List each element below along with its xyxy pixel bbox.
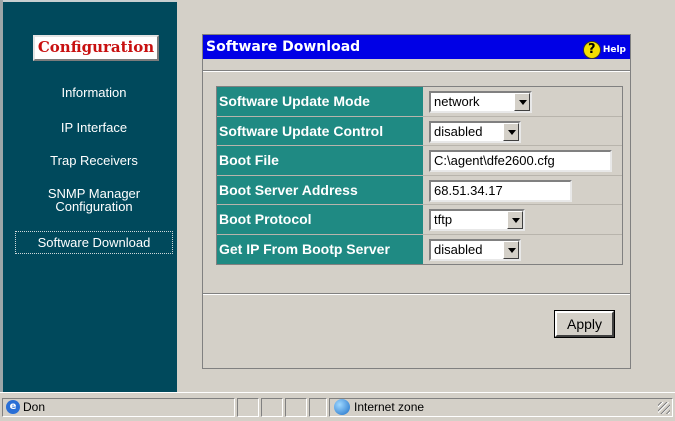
sidebar-item-snmp-manager[interactable]: SNMP Manager Configuration bbox=[19, 187, 169, 213]
status-text: Don bbox=[23, 400, 46, 414]
sidebar-item-ip-interface[interactable]: IP Interface bbox=[15, 120, 173, 135]
divider bbox=[203, 70, 630, 72]
status-bar: e Don Internet zone bbox=[0, 392, 675, 421]
select-value: disabled bbox=[434, 241, 483, 257]
status-segment bbox=[285, 398, 307, 417]
status-segment bbox=[309, 398, 327, 417]
software-download-panel: Software Download ? Help Software Update… bbox=[202, 34, 631, 369]
field-label: Software Update Mode bbox=[217, 87, 425, 116]
status-segment bbox=[261, 398, 283, 417]
resize-grip-icon[interactable] bbox=[658, 402, 670, 414]
status-segment-main: e Don bbox=[2, 398, 235, 417]
table-row: Boot Protocol tftp bbox=[217, 205, 622, 235]
panel-title-bar: Software Download ? Help bbox=[203, 35, 630, 59]
sidebar: Configuration Information IP Interface T… bbox=[0, 0, 177, 392]
sidebar-item-information[interactable]: Information bbox=[15, 85, 173, 100]
chevron-down-icon[interactable] bbox=[514, 93, 530, 111]
field-label: Boot Server Address bbox=[217, 175, 425, 204]
get-ip-from-bootp-select[interactable]: disabled bbox=[429, 238, 521, 261]
sidebar-top-border bbox=[3, 0, 177, 2]
status-segment bbox=[237, 398, 259, 417]
help-button[interactable]: ? Help bbox=[582, 38, 626, 62]
internet-zone-globe-icon bbox=[334, 399, 350, 415]
configuration-button[interactable]: Configuration bbox=[33, 35, 159, 61]
boot-server-address-input[interactable]: 68.51.34.17 bbox=[429, 179, 572, 202]
apply-button[interactable]: Apply bbox=[554, 310, 615, 338]
table-row: Software Update Mode network bbox=[217, 87, 622, 117]
select-value: tftp bbox=[434, 212, 453, 227]
table-row: Get IP From Bootp Server disabled bbox=[217, 234, 622, 264]
status-segment-zone: Internet zone bbox=[329, 398, 673, 417]
table-row: Software Update Control disabled bbox=[217, 116, 622, 146]
chevron-down-icon[interactable] bbox=[503, 122, 519, 141]
field-label: Software Update Control bbox=[217, 116, 425, 145]
select-value: network bbox=[434, 94, 480, 109]
panel-title: Software Download bbox=[206, 39, 361, 55]
settings-table: Software Update Mode network Software Up… bbox=[216, 86, 623, 265]
boot-protocol-select[interactable]: tftp bbox=[429, 209, 525, 231]
boot-file-input[interactable]: C:\agent\dfe2600.cfg bbox=[429, 150, 612, 172]
software-update-control-select[interactable]: disabled bbox=[429, 120, 521, 143]
sidebar-item-software-download[interactable]: Software Download bbox=[15, 231, 173, 254]
software-update-mode-select[interactable]: network bbox=[429, 91, 532, 113]
zone-text: Internet zone bbox=[354, 400, 425, 414]
table-row: Boot File C:\agent\dfe2600.cfg bbox=[217, 146, 622, 176]
table-row: Boot Server Address 68.51.34.17 bbox=[217, 175, 622, 205]
help-question-icon: ? bbox=[582, 41, 601, 59]
sidebar-item-trap-receivers[interactable]: Trap Receivers bbox=[15, 153, 173, 168]
chevron-down-icon[interactable] bbox=[507, 211, 523, 229]
field-label: Boot Protocol bbox=[217, 205, 425, 234]
ie-page-icon: e bbox=[6, 400, 20, 414]
chevron-down-icon[interactable] bbox=[503, 240, 519, 259]
help-label: Help bbox=[602, 45, 626, 55]
field-label: Boot File bbox=[217, 146, 425, 175]
select-value: disabled bbox=[434, 123, 483, 139]
field-label: Get IP From Bootp Server bbox=[217, 234, 425, 264]
divider bbox=[203, 293, 630, 295]
